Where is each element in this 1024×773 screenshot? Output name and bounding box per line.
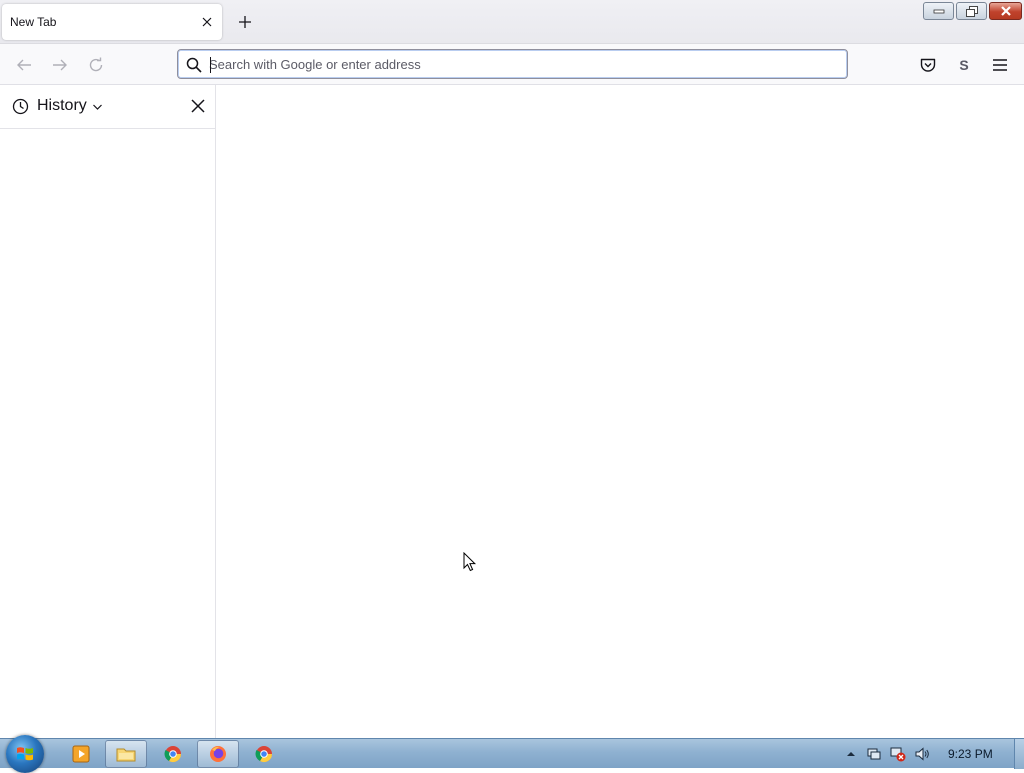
window-controls: [923, 2, 1022, 20]
start-button[interactable]: [6, 735, 44, 773]
media-player-icon: [72, 745, 90, 763]
navigation-toolbar: S: [0, 44, 1024, 85]
tray-action-center[interactable]: [866, 746, 882, 762]
taskbar: 9:23 PM: [0, 735, 1024, 773]
tab-new-tab[interactable]: New Tab: [2, 4, 222, 40]
sidebar-header: History: [0, 85, 215, 129]
account-icon: S: [959, 57, 969, 73]
network-disconnected-icon: [890, 747, 906, 762]
network-icon: [867, 748, 881, 760]
firefox-icon: [210, 746, 226, 762]
minimize-button[interactable]: [923, 2, 954, 20]
taskbar-file-explorer[interactable]: [105, 740, 147, 768]
chevron-up-icon: [847, 752, 855, 756]
text-caret: [210, 57, 211, 73]
show-hidden-icons-button[interactable]: [843, 746, 859, 762]
open-menu-button[interactable]: [987, 52, 1013, 78]
tray-network[interactable]: [890, 746, 906, 762]
windows-logo-icon: [17, 747, 33, 761]
tab-title: New Tab: [10, 15, 57, 29]
pocket-icon: [920, 58, 936, 72]
show-desktop-button[interactable]: [1014, 739, 1024, 769]
sidebar-title[interactable]: History: [37, 97, 87, 115]
chrome-icon: [255, 746, 273, 763]
taskbar-media-player[interactable]: [60, 740, 102, 768]
tab-close-icon[interactable]: [198, 13, 216, 31]
plus-icon: [239, 16, 251, 28]
minimize-icon: [933, 9, 944, 14]
address-input[interactable]: [209, 54, 829, 74]
sidebar-close-button[interactable]: [188, 96, 208, 116]
chevron-down-icon[interactable]: [92, 102, 103, 112]
back-button[interactable]: [11, 52, 37, 78]
mouse-cursor-icon: [463, 552, 477, 572]
account-button[interactable]: S: [951, 52, 977, 78]
tray-volume[interactable]: [914, 746, 930, 762]
restore-icon: [965, 5, 978, 17]
restore-button[interactable]: [956, 2, 987, 20]
close-icon: [1000, 6, 1011, 16]
close-window-button[interactable]: [989, 2, 1022, 20]
clock-icon: [12, 98, 29, 115]
new-tab-button[interactable]: [233, 10, 257, 34]
taskbar-clock[interactable]: 9:23 PM: [948, 747, 993, 761]
reload-icon: [89, 57, 103, 72]
menu-icon: [993, 59, 1007, 71]
back-icon: [17, 59, 31, 71]
forward-icon: [53, 59, 67, 71]
search-icon: [186, 57, 202, 73]
forward-button[interactable]: [47, 52, 73, 78]
save-to-pocket-button[interactable]: [915, 52, 941, 78]
close-icon: [191, 99, 205, 113]
page-content: [216, 85, 1024, 738]
address-bar[interactable]: [177, 49, 848, 79]
history-sidebar: History: [0, 85, 216, 738]
file-explorer-icon: [116, 748, 136, 762]
chrome-icon: [164, 746, 182, 763]
title-bar: New Tab: [0, 0, 1024, 44]
taskbar-chrome-2[interactable]: [243, 740, 285, 768]
taskbar-firefox[interactable]: [197, 740, 239, 768]
volume-icon: [915, 747, 929, 761]
reload-button[interactable]: [83, 52, 109, 78]
taskbar-chrome-1[interactable]: [152, 740, 194, 768]
